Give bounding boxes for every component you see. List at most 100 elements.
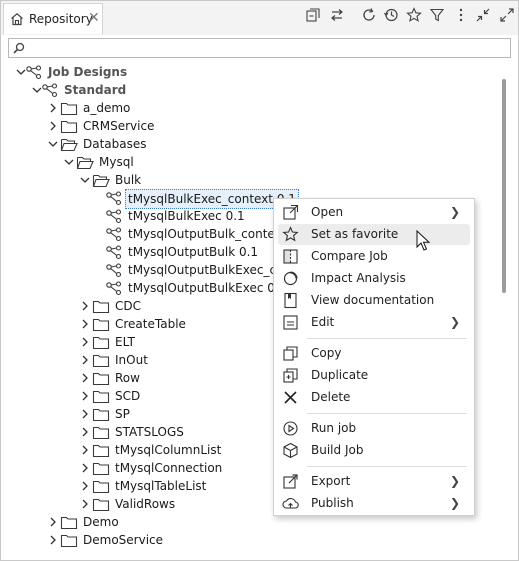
- tab-label: Repository: [29, 12, 93, 26]
- menu-separator: [307, 338, 467, 339]
- tree-item[interactable]: Bulk: [79, 171, 519, 189]
- tree-item-label: Mysql: [99, 155, 134, 169]
- chevron-down-icon[interactable]: [79, 174, 91, 186]
- refresh-icon[interactable]: [360, 6, 378, 24]
- menu-item-compare-job[interactable]: Compare Job: [278, 246, 470, 267]
- menu-item-label: Copy: [311, 346, 342, 360]
- menu-item-delete[interactable]: Delete: [278, 387, 470, 408]
- tree-item-label: tMysqlColumnList: [115, 443, 222, 457]
- job-icon: [105, 280, 123, 296]
- tree-item-label: STATSLOGS: [115, 425, 184, 439]
- chevron-right-icon[interactable]: [79, 444, 91, 456]
- job-icon: [105, 262, 123, 278]
- chevron-right-icon[interactable]: [79, 336, 91, 348]
- menu-item-set-as-favorite[interactable]: Set as favorite: [278, 224, 470, 245]
- tree-item-label: tMysqlOutputBulkExec_con: [128, 263, 292, 277]
- chevron-down-icon[interactable]: [47, 138, 59, 150]
- chevron-right-icon[interactable]: [79, 408, 91, 420]
- menu-item-edit[interactable]: Edit ❯: [278, 312, 470, 333]
- chevron-right-icon[interactable]: [47, 102, 59, 114]
- tree-item[interactable]: Job Designs: [15, 63, 495, 81]
- tree-item[interactable]: Databases: [47, 135, 519, 153]
- run-icon: [282, 420, 299, 437]
- menu-item-run-job[interactable]: Run job: [278, 418, 470, 439]
- menu-item-open[interactable]: Open ❯: [278, 202, 470, 223]
- job-icon: [25, 64, 43, 80]
- job-icon: [105, 190, 123, 206]
- tree-item-label: CreateTable: [115, 317, 186, 331]
- menu-item-label: Open: [311, 205, 344, 219]
- chevron-right-icon[interactable]: [79, 300, 91, 312]
- chevron-right-icon[interactable]: [47, 516, 59, 528]
- chevron-right-icon[interactable]: [79, 480, 91, 492]
- tree-item-label: Databases: [83, 137, 147, 151]
- submenu-arrow-icon: ❯: [449, 474, 460, 488]
- search-field[interactable]: [8, 38, 511, 58]
- tree-item-label: tMysqlOutputBulk 0.1: [128, 245, 259, 259]
- favorite-star-icon[interactable]: [405, 6, 423, 24]
- filter-icon[interactable]: [428, 6, 446, 24]
- context-menu: Open ❯ Set as favorite Compare Job Impact An…: [273, 198, 475, 516]
- menu-item-label: Build Job: [311, 443, 364, 457]
- minimize-icon[interactable]: [474, 6, 492, 24]
- history-icon[interactable]: [382, 6, 400, 24]
- menu-item-label: Duplicate: [311, 368, 369, 382]
- chevron-right-icon[interactable]: [47, 120, 59, 132]
- chevron-down-icon[interactable]: [63, 156, 75, 168]
- scrollbar-thumb[interactable]: [502, 79, 506, 293]
- close-icon[interactable]: ✕: [88, 10, 100, 26]
- publish-icon: [282, 495, 299, 512]
- menu-item-label: Edit: [311, 315, 335, 329]
- more-vertical-icon[interactable]: [452, 6, 470, 24]
- tree-item[interactable]: CRMService: [47, 117, 519, 135]
- job-icon: [105, 208, 123, 224]
- impact-analysis-icon: [282, 270, 299, 287]
- documentation-icon: [282, 292, 299, 309]
- chevron-right-icon[interactable]: [79, 318, 91, 330]
- tree-item[interactable]: Standard: [31, 81, 511, 99]
- tree-item-label: SP: [115, 407, 130, 421]
- folder-icon: [92, 370, 110, 386]
- collapse-all-icon[interactable]: [304, 6, 322, 24]
- maximize-icon[interactable]: [498, 6, 516, 24]
- folder-icon: [92, 298, 110, 314]
- chevron-right-icon[interactable]: [79, 426, 91, 438]
- edit-icon: [282, 314, 299, 331]
- menu-item-export[interactable]: Export ❯: [278, 471, 470, 492]
- menu-item-impact-analysis[interactable]: Impact Analysis: [278, 268, 470, 289]
- tree-item-label: a_demo: [83, 101, 131, 115]
- chevron-right-icon[interactable]: [79, 462, 91, 474]
- chevron-right-icon[interactable]: [79, 372, 91, 384]
- tree-item-label: Row: [115, 371, 140, 385]
- chevron-right-icon[interactable]: [79, 354, 91, 366]
- menu-item-view-documentation[interactable]: View documentation: [278, 290, 470, 311]
- sync-icon[interactable]: [328, 6, 346, 24]
- tree-item[interactable]: Mysql: [63, 153, 519, 171]
- folder-icon: [60, 532, 78, 548]
- tree-item-label: ELT: [115, 335, 135, 349]
- folder-open-icon: [60, 136, 78, 152]
- menu-item-label: Publish: [311, 496, 354, 510]
- tab-repository[interactable]: Repository ✕: [3, 3, 103, 34]
- build-icon: [282, 442, 299, 459]
- search-input[interactable]: [29, 40, 503, 58]
- folder-icon: [92, 352, 110, 368]
- tree-item[interactable]: a_demo: [47, 99, 519, 117]
- tree-item[interactable]: DemoService: [47, 531, 519, 549]
- tree-item-label: tMysqlConnection: [115, 461, 223, 475]
- chevron-right-icon[interactable]: [47, 534, 59, 546]
- menu-item-build-job[interactable]: Build Job: [278, 440, 470, 461]
- menu-item-publish[interactable]: Publish ❯: [278, 493, 470, 514]
- chevron-right-icon[interactable]: [79, 390, 91, 402]
- job-icon: [41, 82, 59, 98]
- home-icon: [11, 13, 23, 26]
- folder-icon: [92, 388, 110, 404]
- tree-item-label: InOut: [115, 353, 148, 367]
- folder-icon: [92, 424, 110, 440]
- menu-item-duplicate[interactable]: Duplicate: [278, 365, 470, 386]
- tree-item-label: Standard: [64, 83, 127, 97]
- vertical-scrollbar[interactable]: [499, 63, 509, 555]
- chevron-right-icon[interactable]: [79, 498, 91, 510]
- menu-separator: [307, 413, 467, 414]
- menu-item-copy[interactable]: Copy: [278, 343, 470, 364]
